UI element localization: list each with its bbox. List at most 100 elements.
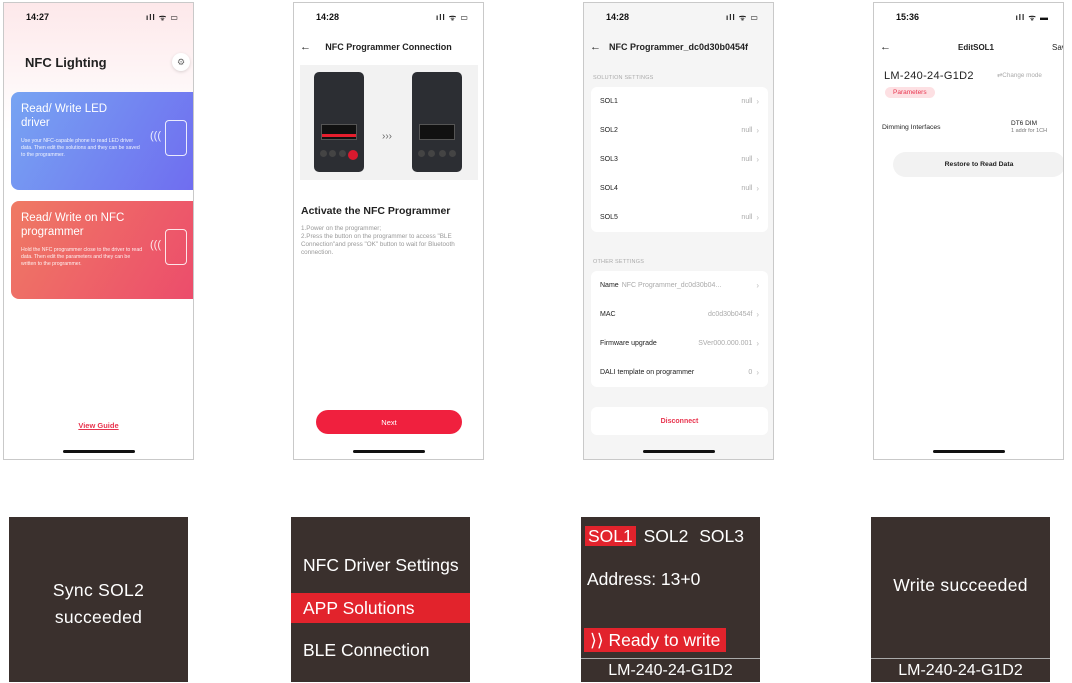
menu-item-nfc-driver-settings[interactable]: NFC Driver Settings — [291, 550, 470, 580]
disconnect-button[interactable]: Disconnect — [591, 407, 768, 435]
tab-sol2[interactable]: SOL2 — [641, 526, 692, 546]
card-desc: Hold the NFC programmer close to the dri… — [21, 247, 143, 267]
menu-item-ble-connection[interactable]: BLE Connection — [291, 635, 470, 665]
chevron-right-icon: › — [756, 310, 759, 319]
phone-nfc-lighting: 14:27 ıll ᯤ ▭ NFC Lighting ⚙ Read/ Write… — [3, 2, 194, 460]
settings-icon[interactable]: ⚙ — [172, 53, 190, 71]
home-indicator[interactable] — [62, 450, 135, 453]
nav-title: EditSOL1 — [958, 42, 995, 52]
nav-title: NFC Programmer_dc0d30b0454f — [608, 42, 749, 52]
page-title: NFC Lighting — [25, 55, 107, 70]
chevron-right-icon: › — [756, 126, 759, 135]
model-footer: LM-240-24-G1D2 — [871, 658, 1050, 682]
signal-icon: ıll ᯤ ▭ — [146, 12, 179, 22]
firmware-upgrade-row[interactable]: Firmware upgrade SVer000.000.001 › — [591, 329, 768, 358]
signal-icon: ıll ᯤ ▭ — [436, 12, 469, 22]
ready-status: ⟩⟩ Ready to write — [584, 628, 727, 652]
back-arrow-icon[interactable]: ← — [294, 41, 312, 53]
programmer-icon — [165, 229, 187, 265]
status-bar: 14:28 ıll ᯤ ▭ — [294, 3, 483, 31]
next-button[interactable]: Next — [316, 410, 462, 434]
solution-settings-group: SOL1 null › SOL2 null › SOL3 null › SOL4 null › … — [591, 87, 768, 232]
read-write-led-driver-card[interactable]: Read/ Write LED driver Use your NFC-capa… — [11, 92, 193, 190]
activate-title: Activate the NFC Programmer — [301, 205, 451, 217]
other-settings-group: Name NFC Programmer_dc0d30b04... › MAC dc0d… — [591, 271, 768, 387]
solution-row-sol5[interactable]: SOL5 null › — [591, 203, 768, 232]
home-indicator[interactable] — [642, 450, 715, 453]
status-bar: 14:27 ıll ᯤ ▭ — [4, 3, 193, 31]
status-time: 14:27 — [26, 12, 50, 22]
phone-icon — [165, 120, 187, 156]
screen-text: Sync SOL2 — [52, 580, 145, 600]
chevron-right-icon: › — [756, 184, 759, 193]
dimming-value: DT6 DIM — [1011, 120, 1037, 127]
solution-tabs: SOL1 SOL2 SOL3 — [585, 526, 747, 547]
read-write-nfc-programmer-card[interactable]: Read/ Write on NFC programmer Hold the N… — [11, 201, 193, 299]
chevron-right-icon: › — [756, 213, 759, 222]
dali-template-row[interactable]: DALI template on programmer 0 › — [591, 358, 768, 387]
device-screen-menu: NFC Driver Settings APP Solutions BLE Co… — [291, 517, 470, 682]
screen-text: succeeded — [54, 607, 143, 627]
menu-item-app-solutions[interactable]: APP Solutions — [291, 593, 470, 623]
model-name: LM-240-24-G1D2 — [884, 70, 974, 82]
section-header: SOLUTION SETTINGS — [593, 75, 654, 81]
model-footer: LM-240-24-G1D2 — [581, 658, 760, 682]
dimming-interfaces-row[interactable]: Dimming Interfaces DT6 DIM 1 addr for 1C… — [874, 116, 1063, 140]
home-indicator[interactable] — [932, 450, 1005, 453]
tab-sol1[interactable]: SOL1 — [585, 526, 636, 546]
composite-screenshot: 14:27 ıll ᯤ ▭ NFC Lighting ⚙ Read/ Write… — [0, 0, 1072, 683]
dimming-label: Dimming Interfaces — [882, 124, 941, 131]
activate-description: 1.Power on the programmer; 2.Press the b… — [301, 225, 455, 256]
name-row[interactable]: Name NFC Programmer_dc0d30b04... › — [591, 271, 768, 300]
card-desc: Use your NFC-capable phone to read LED d… — [21, 138, 140, 158]
view-guide-link[interactable]: View Guide — [4, 421, 193, 430]
save-button[interactable]: Save — [1052, 43, 1063, 52]
programmer-device-image — [314, 72, 364, 172]
tab-sol3[interactable]: SOL3 — [696, 526, 747, 546]
nfc-wave-icon: ((( — [150, 130, 161, 142]
dimming-subvalue: 1 addr for 1CH — [1011, 128, 1048, 134]
arrow-icon: ››› — [382, 131, 392, 142]
nav-bar: ← NFC Programmer Connection — [294, 37, 483, 57]
programmer-device-image — [412, 72, 462, 172]
back-arrow-icon[interactable]: ← — [584, 41, 602, 53]
chevron-right-icon: › — [756, 339, 759, 348]
address-text: Address: 13+0 — [587, 569, 701, 589]
screen-text: Write succeeded — [893, 575, 1028, 595]
nav-bar: ← EditSOL1 Save — [874, 37, 1063, 57]
status-time: 15:36 — [896, 12, 920, 22]
solution-row-sol3[interactable]: SOL3 null › — [591, 145, 768, 174]
status-time: 14:28 — [606, 12, 630, 22]
status-bar: 14:28 ıll ᯤ ▭ — [584, 3, 773, 31]
mac-row[interactable]: MAC dc0d30b0454f › — [591, 300, 768, 329]
restore-button[interactable]: Restore to Read Data — [893, 152, 1063, 177]
card-title: Read/ Write LED driver — [21, 103, 108, 129]
chevron-right-icon: › — [756, 155, 759, 164]
signal-icon: ıll ᯤ ▭ — [726, 12, 759, 22]
change-mode-link[interactable]: ⇄Change mode — [997, 72, 1042, 79]
device-screen-ready: SOL1 SOL2 SOL3 Address: 13+0 ⟩⟩ Ready to… — [581, 517, 760, 682]
back-arrow-icon[interactable]: ← — [874, 41, 891, 53]
phone-programmer-settings: 14:28 ıll ᯤ ▭ ← NFC Programmer_dc0d30b04… — [583, 2, 774, 460]
status-time: 14:28 — [316, 12, 340, 22]
nfc-wave-icon: ((( — [150, 239, 161, 251]
nav-title: NFC Programmer Connection — [325, 42, 452, 52]
section-header: OTHER SETTINGS — [593, 259, 645, 265]
device-screen-write-success: Write succeeded LM-240-24-G1D2 — [871, 517, 1050, 682]
tab-parameters[interactable]: Parameters — [885, 87, 935, 98]
nav-bar: ← NFC Programmer_dc0d30b0454f — [584, 37, 773, 57]
phone-edit-solution: 15:36 ıll ᯤ ▬ ← EditSOL1 Save LM-240-24-… — [873, 2, 1064, 460]
home-indicator[interactable] — [352, 450, 425, 453]
solution-row-sol1[interactable]: SOL1 null › — [591, 87, 768, 116]
status-bar: 15:36 ıll ᯤ ▬ — [874, 3, 1063, 31]
programmer-illustration: ››› — [300, 65, 478, 180]
signal-icon: ıll ᯤ ▬ — [1015, 12, 1049, 22]
chevron-right-icon: › — [756, 281, 759, 290]
device-screen-sync: Sync SOL2 succeeded — [9, 517, 188, 682]
phone-programmer-connection: 14:28 ıll ᯤ ▭ ← NFC Programmer Connectio… — [293, 2, 484, 460]
solution-row-sol2[interactable]: SOL2 null › — [591, 116, 768, 145]
chevron-right-icon: › — [756, 368, 759, 377]
chevron-right-icon: › — [756, 97, 759, 106]
card-title: Read/ Write on NFC programmer — [21, 212, 125, 238]
solution-row-sol4[interactable]: SOL4 null › — [591, 174, 768, 203]
